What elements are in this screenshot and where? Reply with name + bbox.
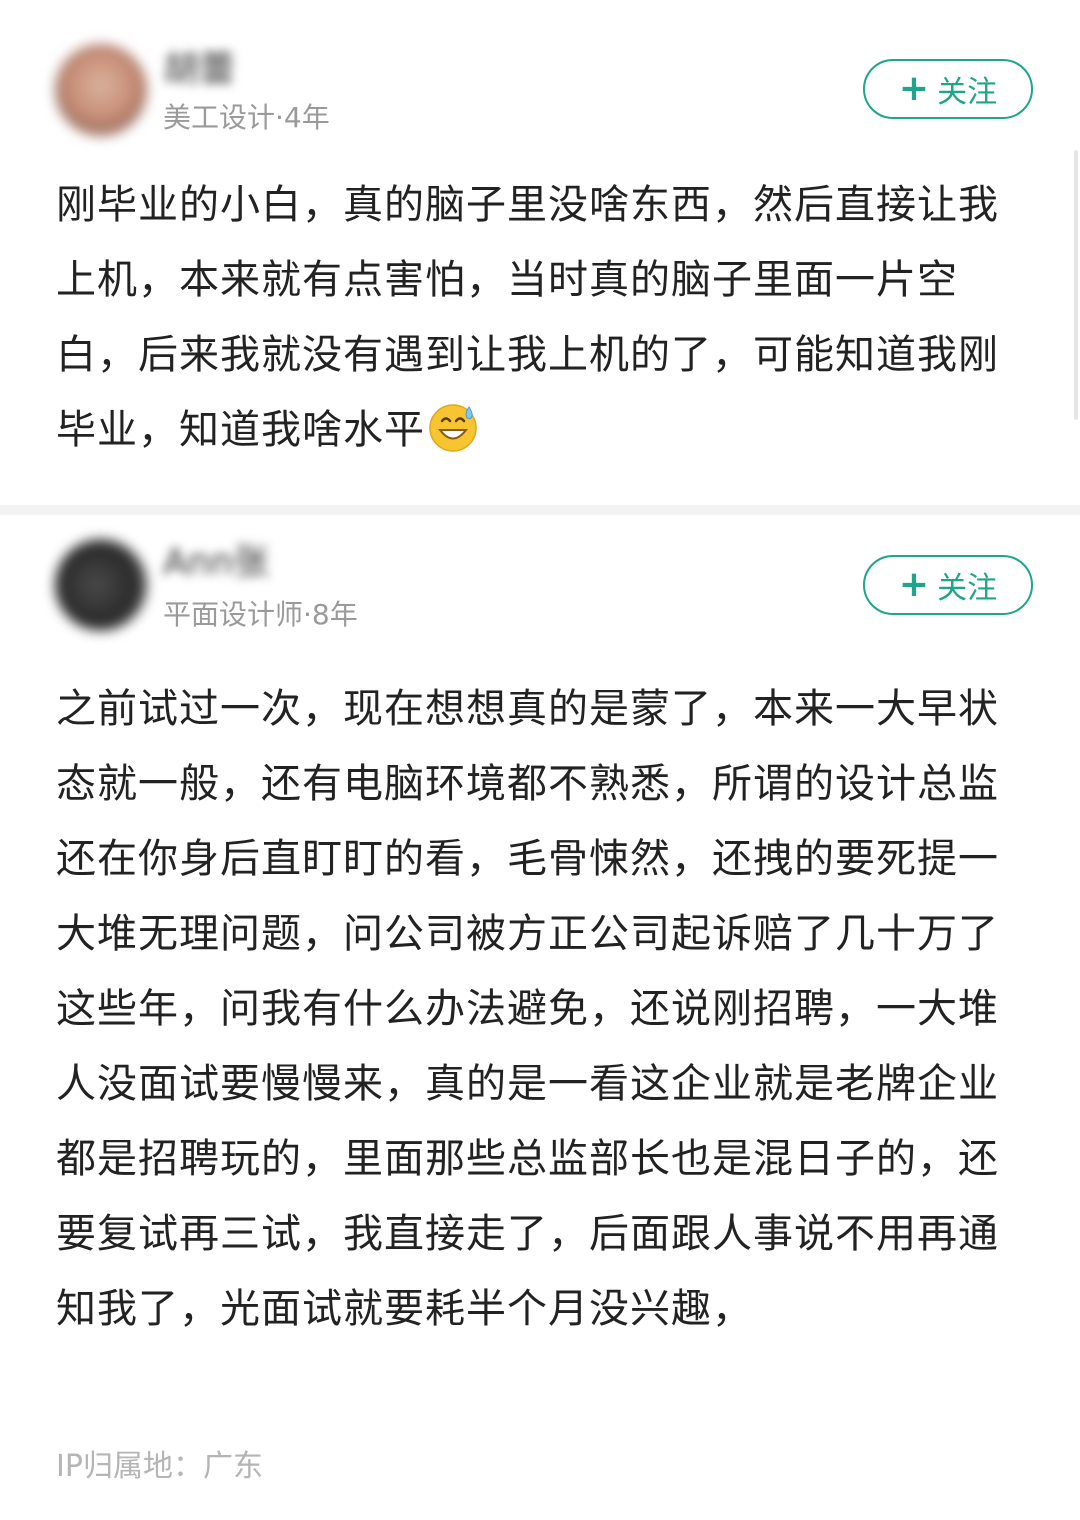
user-meta: 美工设计·4年 xyxy=(163,101,330,134)
follow-button[interactable]: + 关注 xyxy=(863,555,1033,615)
comment-text: 之前试过一次，现在想想真的是蒙了，本来一大早状态就一般，还有电脑环境都不熟悉，所… xyxy=(56,686,999,1332)
post-divider xyxy=(0,505,1080,515)
plus-icon: + xyxy=(898,68,930,109)
comment-body: 刚毕业的小白，真的脑子里没啥东西，然后直接让我上机，本来就有点害怕，当时真的脑子… xyxy=(56,182,999,453)
comment-card: 胡蕾 美工设计·4年 + 关注 刚毕业的小白，真的脑子里没啥东西，然后直接让我上… xyxy=(0,0,1080,505)
avatar[interactable] xyxy=(55,539,147,631)
username[interactable]: 胡蕾 xyxy=(163,48,235,92)
follow-label: 关注 xyxy=(937,75,998,110)
avatar[interactable] xyxy=(55,44,147,136)
plus-icon: + xyxy=(898,564,930,605)
ip-location: IP归属地：广东 xyxy=(56,1449,263,1484)
comment-text: 刚毕业的小白，真的脑子里没啥东西，然后直接让我上机，本来就有点害怕，当时真的脑子… xyxy=(56,168,1036,468)
user-meta: 平面设计师·8年 xyxy=(163,598,358,631)
follow-label: 关注 xyxy=(937,571,998,606)
follow-button[interactable]: + 关注 xyxy=(863,59,1033,119)
username[interactable]: Ann张 xyxy=(163,541,269,585)
comment-card: Ann张 平面设计师·8年 + 关注 之前试过一次，现在想想真的是蒙了，本来一大… xyxy=(0,515,1080,1520)
grinning-sweat-emoji-icon xyxy=(429,404,477,452)
